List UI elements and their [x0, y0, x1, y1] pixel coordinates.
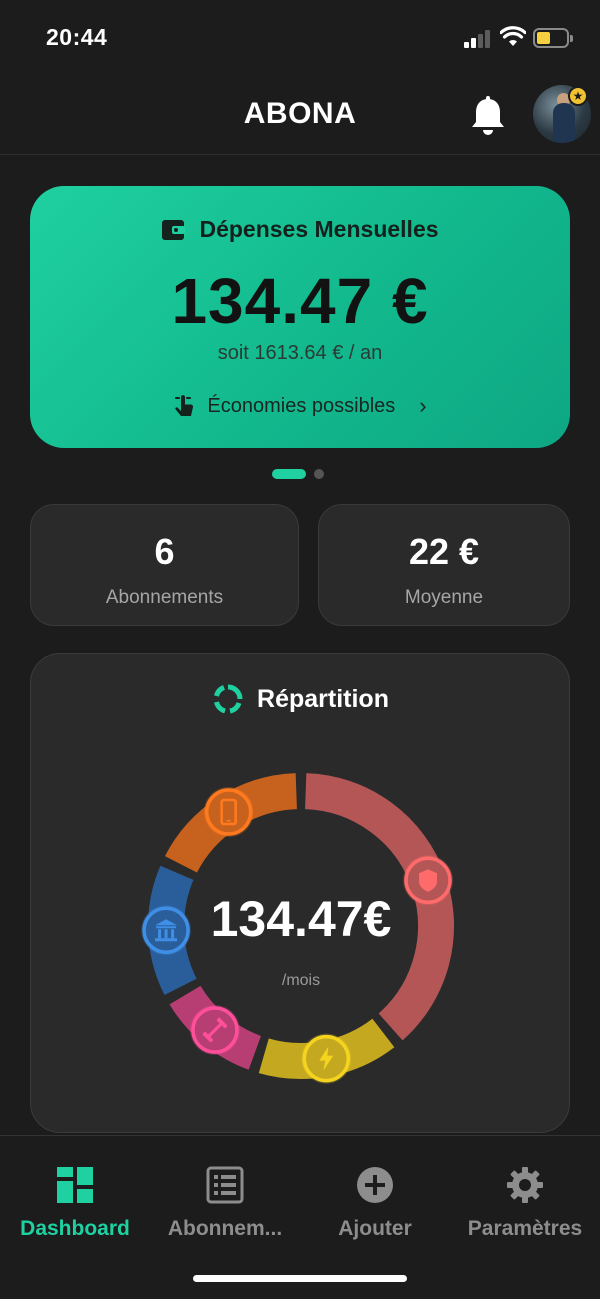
tab-settings[interactable]: Paramètres [450, 1166, 600, 1241]
average-card[interactable]: 22 € Moyenne [318, 504, 570, 626]
tab-subscriptions-label: Abonnem... [167, 1217, 283, 1240]
monthly-expenses-card[interactable]: Dépenses Mensuelles 134.47 € soit 1613.6… [30, 186, 570, 448]
possible-savings-link[interactable]: Économies possibles › [30, 393, 570, 419]
subscriptions-count-card[interactable]: 6 Abonnements [30, 504, 299, 626]
repartition-card: Répartition 134.47€ /mois [30, 653, 570, 1133]
card-title-row: Dépenses Mensuelles [30, 216, 570, 243]
tab-settings-label: Paramètres [467, 1217, 583, 1240]
app-title: ABONA [243, 97, 357, 130]
monthly-amount: 134.47 € [171, 265, 429, 337]
subscriptions-count: 6 [154, 531, 175, 572]
yearly-amount: soit 1613.64 € / an [217, 342, 383, 364]
possible-savings-label: Économies possibles [207, 394, 396, 417]
dashboard-icon [57, 1167, 93, 1203]
average-value: 22 € [408, 531, 480, 572]
pager-dot-active[interactable] [272, 469, 306, 479]
card-title: Dépenses Mensuelles [199, 216, 439, 242]
subscriptions-count-label: Abonnements [105, 587, 224, 608]
tab-add-label: Ajouter [338, 1217, 412, 1240]
notifications-bell-icon[interactable] [468, 95, 508, 137]
add-circle-icon [357, 1167, 393, 1203]
app-header: ABONA [0, 75, 600, 155]
donut-total-amount: 134.47€ [210, 891, 392, 947]
tab-dashboard[interactable]: Dashboard [0, 1166, 150, 1241]
premium-star-badge-icon: ★ [568, 86, 588, 106]
average-label: Moyenne [404, 587, 484, 608]
bolt-icon [301, 1033, 352, 1084]
card-pager[interactable] [272, 469, 324, 479]
phone-icon [203, 787, 254, 838]
status-time: 20:44 [46, 24, 108, 50]
status-bar: 20:44 [0, 0, 600, 70]
gear-icon [507, 1167, 543, 1203]
wifi-icon [500, 26, 526, 46]
chevron-right-icon: › [419, 393, 427, 418]
tab-subscriptions[interactable]: Abonnem... [150, 1166, 300, 1241]
tab-dashboard-label: Dashboard [20, 1217, 130, 1240]
dumbbell-icon [189, 1005, 240, 1056]
tap-hand-icon [175, 395, 194, 416]
wallet-icon [162, 219, 186, 240]
pager-dot[interactable] [314, 469, 324, 479]
cellular-signal-icon [464, 30, 492, 48]
list-icon [206, 1166, 244, 1204]
battery-icon [533, 28, 573, 48]
tab-add[interactable]: Ajouter [300, 1166, 450, 1241]
home-indicator [193, 1275, 407, 1282]
donut-total-unit: /mois [281, 972, 321, 989]
